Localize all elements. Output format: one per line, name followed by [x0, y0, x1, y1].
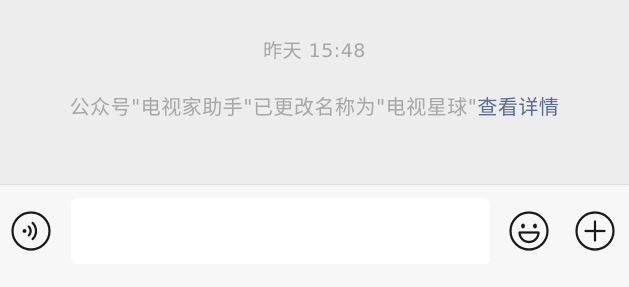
smiley-face-icon — [509, 211, 549, 251]
voice-wave-icon — [11, 211, 51, 251]
message-timestamp: 昨天 15:48 — [263, 40, 366, 62]
chat-input-bar — [0, 185, 629, 287]
system-notice: 公众号"电视家助手"已更改名称为"电视星球"查看详情 — [40, 88, 589, 126]
chat-message-area: 昨天 15:48 公众号"电视家助手"已更改名称为"电视星球"查看详情 — [0, 0, 629, 184]
plus-circle-icon — [575, 211, 615, 251]
more-options-button[interactable] — [574, 210, 616, 252]
message-text-input[interactable] — [71, 198, 490, 264]
system-notice-text: 公众号"电视家助手"已更改名称为"电视星球" — [69, 95, 478, 119]
voice-input-button[interactable] — [10, 210, 52, 252]
view-details-link[interactable]: 查看详情 — [477, 95, 559, 119]
emoji-button[interactable] — [508, 210, 550, 252]
